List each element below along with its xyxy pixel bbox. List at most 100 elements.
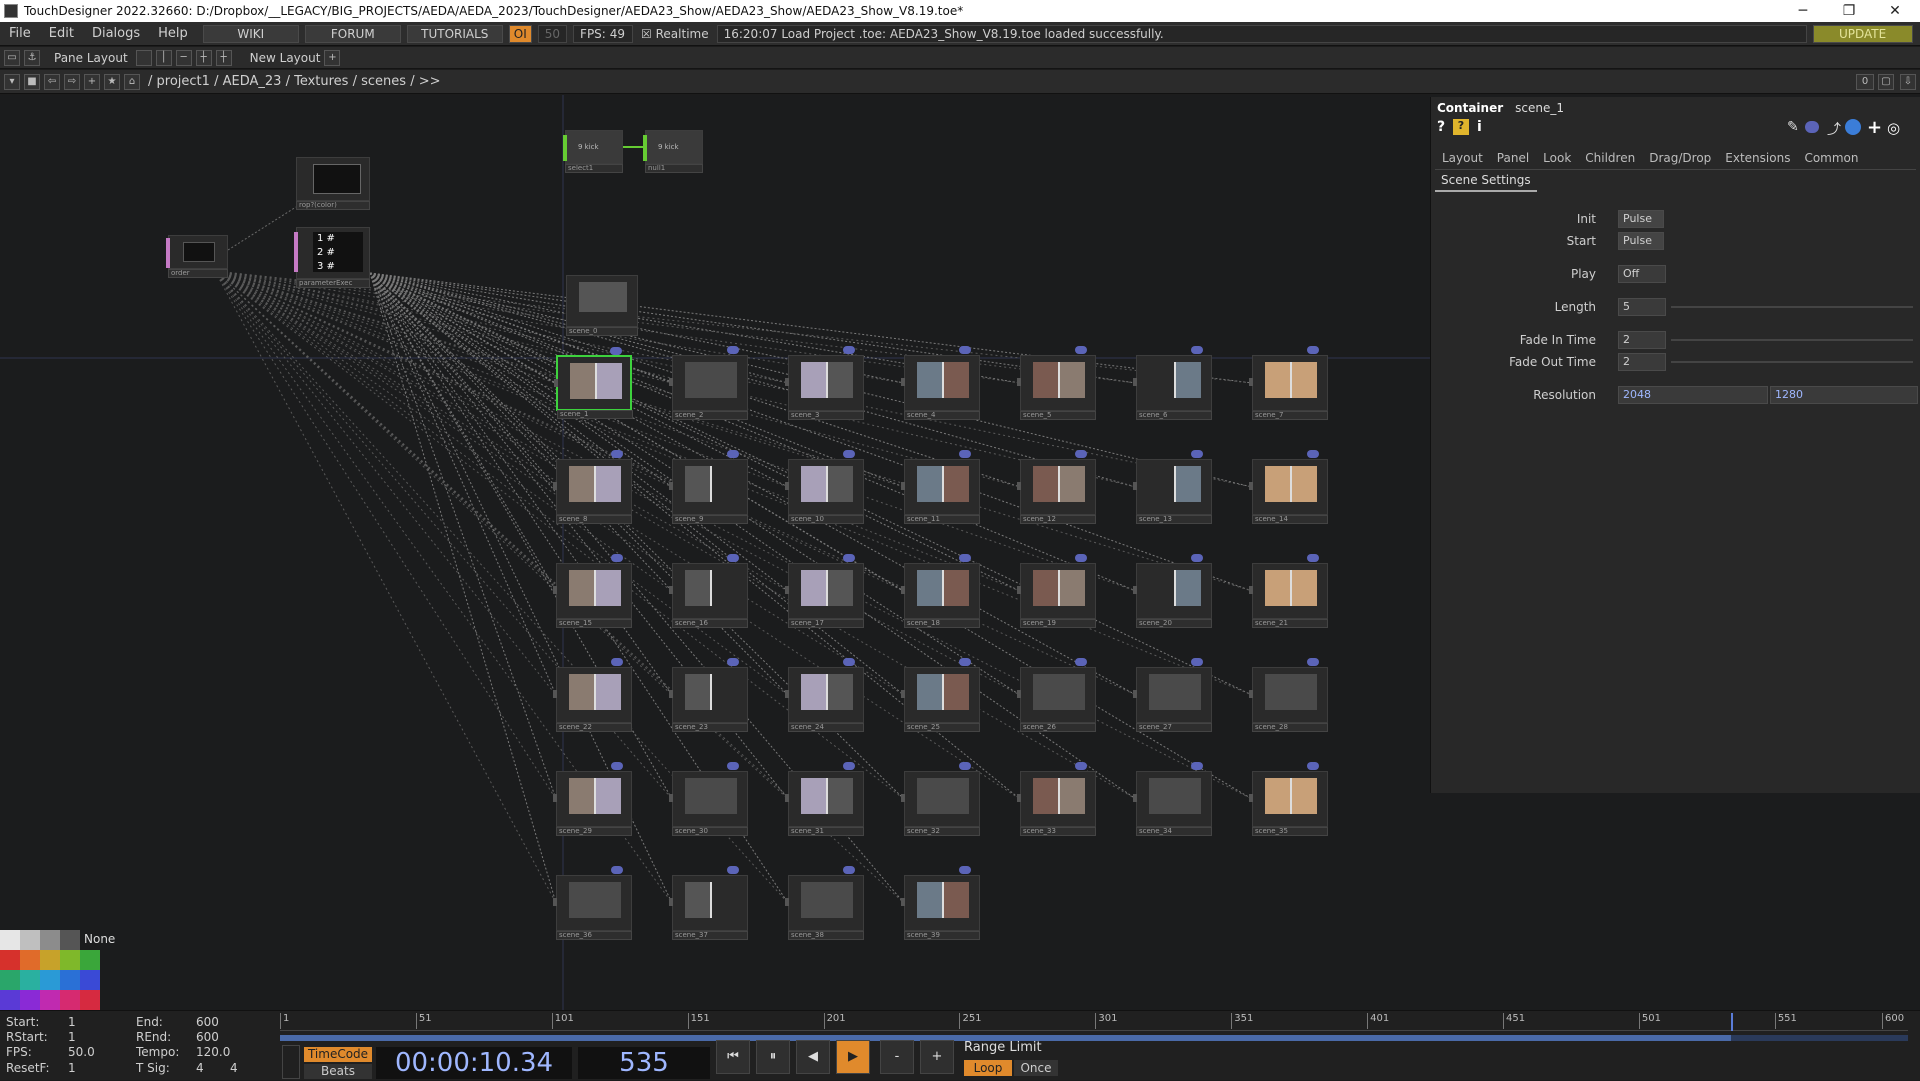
rstart-value[interactable]: 1 (68, 1030, 76, 1044)
color-swatch[interactable] (40, 950, 60, 970)
color-swatch[interactable] (0, 990, 20, 1010)
resetf-value[interactable]: 1 (68, 1061, 76, 1075)
scene-node[interactable]: scene_9 (669, 450, 748, 524)
select-top-node[interactable]: 9 kick select1 (563, 130, 623, 173)
restore-icon[interactable]: ❐ (1826, 0, 1872, 22)
start-pulse-button[interactable]: Pulse (1618, 232, 1664, 250)
color-swatch[interactable] (0, 930, 20, 950)
tab-panel[interactable]: Panel (1490, 149, 1536, 167)
scene-node[interactable]: scene_29 (553, 762, 632, 836)
play-button[interactable]: ▶ (836, 1040, 870, 1074)
comment-bubble-icon[interactable] (1307, 554, 1319, 562)
resolution-width-field[interactable]: 2048 (1618, 386, 1768, 404)
comment-bubble-icon[interactable] (727, 346, 739, 354)
node-input[interactable] (669, 482, 673, 490)
scene-node[interactable]: scene_38 (785, 866, 864, 940)
node-input[interactable] (669, 898, 673, 906)
node-input[interactable] (1017, 690, 1021, 698)
scene-node[interactable]: scene_27 (1133, 658, 1212, 732)
scene-node[interactable]: scene_24 (785, 658, 864, 732)
node-input[interactable] (669, 690, 673, 698)
comment-bubble-icon[interactable] (610, 347, 622, 355)
dropdown-icon[interactable]: ▾ (4, 73, 20, 90)
comment-bubble-icon[interactable] (843, 762, 855, 770)
node-input[interactable] (1017, 482, 1021, 490)
layout-split-h-icon[interactable]: ─ (175, 49, 192, 66)
node-input[interactable] (1249, 482, 1253, 490)
pause-button[interactable]: ⏸ (756, 1040, 790, 1074)
scene-node[interactable]: scene_13 (1133, 450, 1212, 524)
comment-bubble-icon[interactable] (1191, 658, 1203, 666)
end-value[interactable]: 600 (196, 1015, 219, 1029)
node-input[interactable] (901, 898, 905, 906)
node-input[interactable] (785, 794, 789, 802)
node-input[interactable] (1017, 794, 1021, 802)
tab-drag-drop[interactable]: Drag/Drop (1642, 149, 1718, 167)
scene-node[interactable]: scene_35 (1249, 762, 1328, 836)
node-input[interactable] (901, 690, 905, 698)
color-swatch[interactable] (60, 990, 80, 1010)
fade-out-field[interactable]: 2 (1618, 353, 1666, 371)
layout-quad-icon[interactable]: ┼ (195, 49, 212, 66)
python-help-icon[interactable]: ? (1453, 119, 1469, 135)
fade-in-field[interactable]: 2 (1618, 331, 1666, 349)
menu-file[interactable]: File (0, 26, 40, 41)
comment-bubble-icon[interactable] (1307, 450, 1319, 458)
scene-node[interactable]: scene_8 (553, 450, 632, 524)
node-input[interactable] (669, 378, 673, 386)
fade-in-slider[interactable] (1671, 339, 1913, 341)
scene-node[interactable]: scene_10 (785, 450, 864, 524)
timeline-ruler[interactable]: 1 51 101 151 201 251 301 351 401 451 501 551 600 (280, 1011, 1908, 1031)
beats-mode-button[interactable]: Beats (304, 1064, 372, 1079)
close-icon[interactable]: ✕ (1872, 0, 1918, 22)
scene-node[interactable]: scene_6 (1133, 346, 1212, 420)
op-name[interactable]: scene_1 (1515, 101, 1564, 115)
comment-bubble-icon[interactable] (1307, 346, 1319, 354)
node-input[interactable] (553, 482, 557, 490)
fade-out-slider[interactable] (1671, 361, 1913, 363)
scene-node[interactable]: scene_19 (1017, 554, 1096, 628)
color-swatch[interactable] (80, 950, 100, 970)
comment-bubble-icon[interactable] (727, 762, 739, 770)
length-slider[interactable] (1671, 306, 1913, 308)
color-swatch[interactable] (60, 970, 80, 990)
step-minus-button[interactable]: - (880, 1040, 914, 1074)
node-input[interactable] (553, 898, 557, 906)
comment-bubble-icon[interactable] (611, 450, 623, 458)
layout-icon[interactable]: ▭ (4, 49, 20, 66)
color-swatch[interactable] (20, 950, 40, 970)
tab-scene-settings[interactable]: Scene Settings (1435, 170, 1537, 192)
help-icon[interactable]: ? (1437, 119, 1445, 135)
step-plus-button[interactable]: + (920, 1040, 954, 1074)
crumb-project1[interactable]: project1 (157, 74, 210, 89)
node-input[interactable] (1133, 690, 1137, 698)
node-input[interactable] (1017, 378, 1021, 386)
comment-bubble-icon[interactable] (1191, 762, 1203, 770)
start-value[interactable]: 1 (68, 1015, 76, 1029)
scene-node[interactable]: scene_37 (669, 866, 748, 940)
target-icon[interactable]: ◎ (1887, 119, 1900, 137)
node-input[interactable] (554, 379, 558, 387)
node-input[interactable] (785, 586, 789, 594)
comment-bubble-icon[interactable] (611, 554, 623, 562)
node-input[interactable] (1017, 586, 1021, 594)
time-mode-icon[interactable] (282, 1045, 300, 1079)
comment-bubble-icon[interactable] (959, 658, 971, 666)
tab-common[interactable]: Common (1797, 149, 1865, 167)
node-input[interactable] (1133, 586, 1137, 594)
import-icon[interactable]: ⇩ (1900, 73, 1916, 90)
forward-icon[interactable]: ⇨ (64, 73, 80, 90)
step-back-button[interactable]: ◀ (796, 1040, 830, 1074)
scene-node[interactable]: scene_21 (1249, 554, 1328, 628)
comment-icon[interactable] (1805, 121, 1819, 133)
node-input[interactable] (1249, 794, 1253, 802)
scene-node[interactable]: scene_30 (669, 762, 748, 836)
maximize-pane-icon[interactable]: ▢ (1878, 73, 1894, 90)
menu-help[interactable]: Help (149, 26, 197, 41)
color-swatch[interactable] (60, 930, 80, 950)
length-field[interactable]: 5 (1618, 298, 1666, 316)
python-icon[interactable] (1845, 119, 1861, 135)
realtime-checkbox[interactable]: ☒ Realtime (641, 27, 709, 41)
comment-bubble-icon[interactable] (611, 762, 623, 770)
crumb-scenes[interactable]: scenes (361, 74, 406, 89)
